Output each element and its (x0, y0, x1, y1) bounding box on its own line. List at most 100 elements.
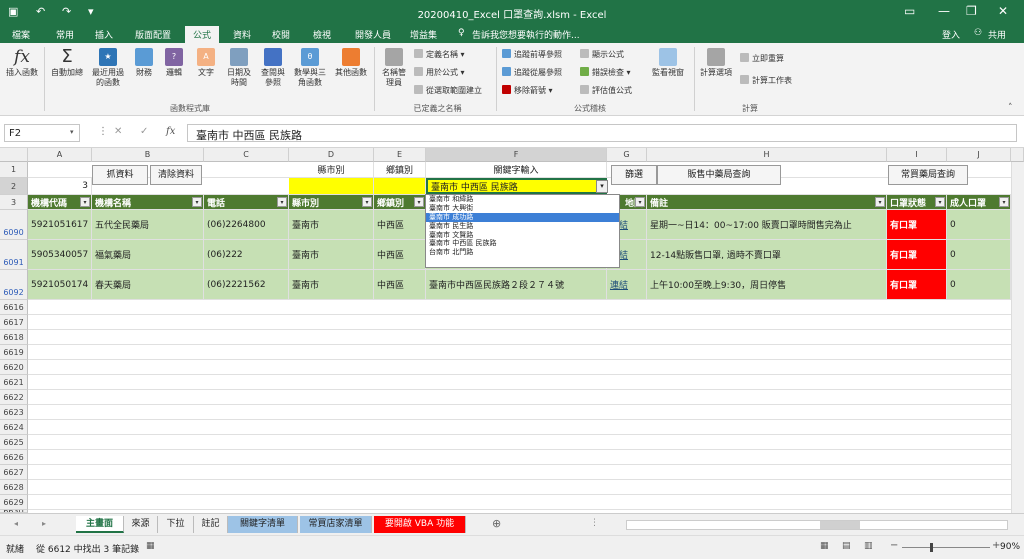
logical-button[interactable]: ? 邏輯 (160, 48, 188, 78)
row-header-6090[interactable]: 6090 (0, 210, 28, 240)
col-header-b[interactable]: B (92, 148, 204, 162)
fetch-data-button[interactable]: 抓資料 (92, 165, 148, 185)
create-from-selection-button[interactable]: 從選取範圍建立 (414, 85, 482, 96)
tab-insert[interactable]: 插入 (95, 28, 113, 41)
sheet-tab-notes[interactable]: 註記 (194, 516, 228, 533)
sell-query-button[interactable]: 販售中藥局查詢 (657, 165, 781, 185)
autosum-button[interactable]: Σ 自動加總 (48, 48, 86, 78)
filter-dropdown-icon[interactable]: ▾ (999, 197, 1009, 207)
cell-adult[interactable]: 0 (947, 270, 1011, 299)
enter-button[interactable]: ✓ (140, 126, 148, 137)
cell-town[interactable]: 中西區 (374, 270, 426, 299)
filter-dropdown-icon[interactable]: ▾ (635, 197, 645, 207)
row-header-6628[interactable]: 6628 (0, 480, 28, 495)
dropdown-item[interactable]: 台南市 北門路 (426, 248, 619, 257)
cell-address[interactable]: 臺南市中西區民族路２段２７４號 (426, 270, 607, 299)
cell-phone[interactable]: (06)2221562 (204, 270, 289, 299)
tab-page-layout[interactable]: 版面配置 (135, 28, 171, 41)
cell-status[interactable]: 有口罩 (887, 210, 947, 239)
dropdown-item[interactable]: 臺南市 民生路 (426, 222, 619, 231)
county-input[interactable] (289, 178, 374, 194)
tab-review[interactable]: 校閱 (272, 28, 290, 41)
row-header-6617[interactable]: 6617 (0, 315, 28, 330)
cell-a2[interactable]: 3 (28, 178, 92, 194)
select-all-corner[interactable] (0, 148, 28, 162)
trace-dependents-button[interactable]: 追蹤從屬參照 (502, 67, 562, 78)
recent-functions-button[interactable]: ★ 最近用過的函數 (88, 48, 128, 88)
insert-function-icon[interactable]: fx (166, 126, 175, 137)
cell-code[interactable]: 5921051617 (28, 210, 92, 239)
zoom-slider[interactable] (902, 547, 990, 548)
tab-addins[interactable]: 增益集 (410, 28, 437, 41)
vertical-scrollbar[interactable] (1011, 162, 1024, 513)
cell-phone[interactable]: (06)2264800 (204, 210, 289, 239)
cell-town[interactable]: 中西區 (374, 240, 426, 269)
keyword-dropdown-list[interactable]: 臺南市 和緯路 臺南市 大興街 臺南市 成功路 臺南市 民生路 臺南市 文賢路 … (425, 194, 620, 268)
cell-name[interactable]: 福氣藥局 (92, 240, 204, 269)
zoom-out-button[interactable]: − (890, 540, 898, 551)
formula-input[interactable]: 臺南市 中西區 民族路 (187, 124, 1017, 142)
row-header-6623[interactable]: 6623 (0, 405, 28, 420)
cancel-entry-button[interactable]: ✕ (114, 126, 122, 137)
row-header-6625[interactable]: 6625 (0, 435, 28, 450)
signin-link[interactable]: 登入 (942, 28, 960, 41)
row-header-6619[interactable]: 6619 (0, 345, 28, 360)
name-manager-button[interactable]: 名稱管理員 (378, 48, 410, 88)
cell-county[interactable]: 臺南市 (289, 240, 374, 269)
filter-dropdown-icon[interactable]: ▾ (414, 197, 424, 207)
trace-precedents-button[interactable]: 追蹤前導參照 (502, 49, 562, 60)
dropdown-item[interactable]: 臺南市 大興街 (426, 204, 619, 213)
col-header-i[interactable]: I (887, 148, 947, 162)
text-button[interactable]: A 文字 (192, 48, 220, 78)
lookup-button[interactable]: 查閱與參照 (256, 48, 290, 88)
restore-button[interactable]: ❐ (966, 4, 977, 18)
show-formulas-button[interactable]: 顯示公式 (580, 49, 624, 60)
minimize-button[interactable]: — (938, 4, 950, 18)
name-box[interactable]: F2 (4, 124, 80, 142)
cell-name[interactable]: 春天藥局 (92, 270, 204, 299)
page-break-icon[interactable]: ▥ (864, 541, 873, 551)
row-header-6627[interactable]: 6627 (0, 465, 28, 480)
cell-note[interactable]: 12-14點販售口罩, 過時不賣口罩 (647, 240, 887, 269)
cell-phone[interactable]: (06)222 (204, 240, 289, 269)
more-functions-button[interactable]: 其他函數 (332, 48, 370, 78)
col-header-c[interactable]: C (204, 148, 289, 162)
cell-code[interactable]: 5921050174 (28, 270, 92, 299)
tab-file[interactable]: 檔案 (12, 28, 30, 41)
row-header-2[interactable]: 2 (0, 178, 28, 195)
horizontal-scrollbar[interactable] (626, 520, 1008, 530)
row-header-6622[interactable]: 6622 (0, 390, 28, 405)
col-header-f[interactable]: F (426, 148, 607, 162)
cell-status[interactable]: 有口罩 (887, 270, 947, 299)
row-header-6629[interactable]: 6629 (0, 495, 28, 510)
dropdown-item-selected[interactable]: 臺南市 成功路 (426, 212, 619, 222)
filter-dropdown-icon[interactable]: ▾ (875, 197, 885, 207)
cell-map-link[interactable]: 連結 (607, 270, 647, 299)
col-header-a[interactable]: A (28, 148, 92, 162)
datetime-button[interactable]: 日期及時間 (222, 48, 256, 88)
row-header-1[interactable]: 1 (0, 162, 28, 178)
evaluate-formula-button[interactable]: 評估值公式 (580, 85, 632, 96)
scroll-left-icon[interactable]: ◂ (14, 519, 18, 528)
row-header-3[interactable]: 3 (0, 195, 28, 210)
col-header-j[interactable]: J (947, 148, 1011, 162)
cell-county[interactable]: 臺南市 (289, 210, 374, 239)
tell-me-box[interactable]: 告訴我您想要執行的動作... (472, 28, 580, 41)
col-header-e[interactable]: E (374, 148, 426, 162)
define-name-button[interactable]: 定義名稱 ▾ (414, 49, 465, 60)
cell-county[interactable]: 臺南市 (289, 270, 374, 299)
collapse-ribbon-icon[interactable]: ˄ (1008, 103, 1013, 113)
tab-view[interactable]: 檢視 (313, 28, 331, 41)
cell-code[interactable]: 5905340057 (28, 240, 92, 269)
township-input[interactable] (374, 178, 426, 194)
calc-options-button[interactable]: 計算選項 (698, 48, 734, 78)
normal-view-icon[interactable]: ▦ (820, 541, 829, 551)
name-box-dropdown-icon[interactable]: ▾ (70, 128, 74, 136)
cell-town[interactable]: 中西區 (374, 210, 426, 239)
cell-name[interactable]: 五代全民藥局 (92, 210, 204, 239)
row-header-6616[interactable]: 6616 (0, 300, 28, 315)
cell-adult[interactable]: 0 (947, 240, 1011, 269)
dropdown-item[interactable]: 臺南市 中西區 民族路 (426, 239, 619, 248)
sheet-tab-dropdown[interactable]: 下拉 (158, 516, 194, 533)
insert-function-button[interactable]: fx 插入函數 (2, 48, 42, 78)
